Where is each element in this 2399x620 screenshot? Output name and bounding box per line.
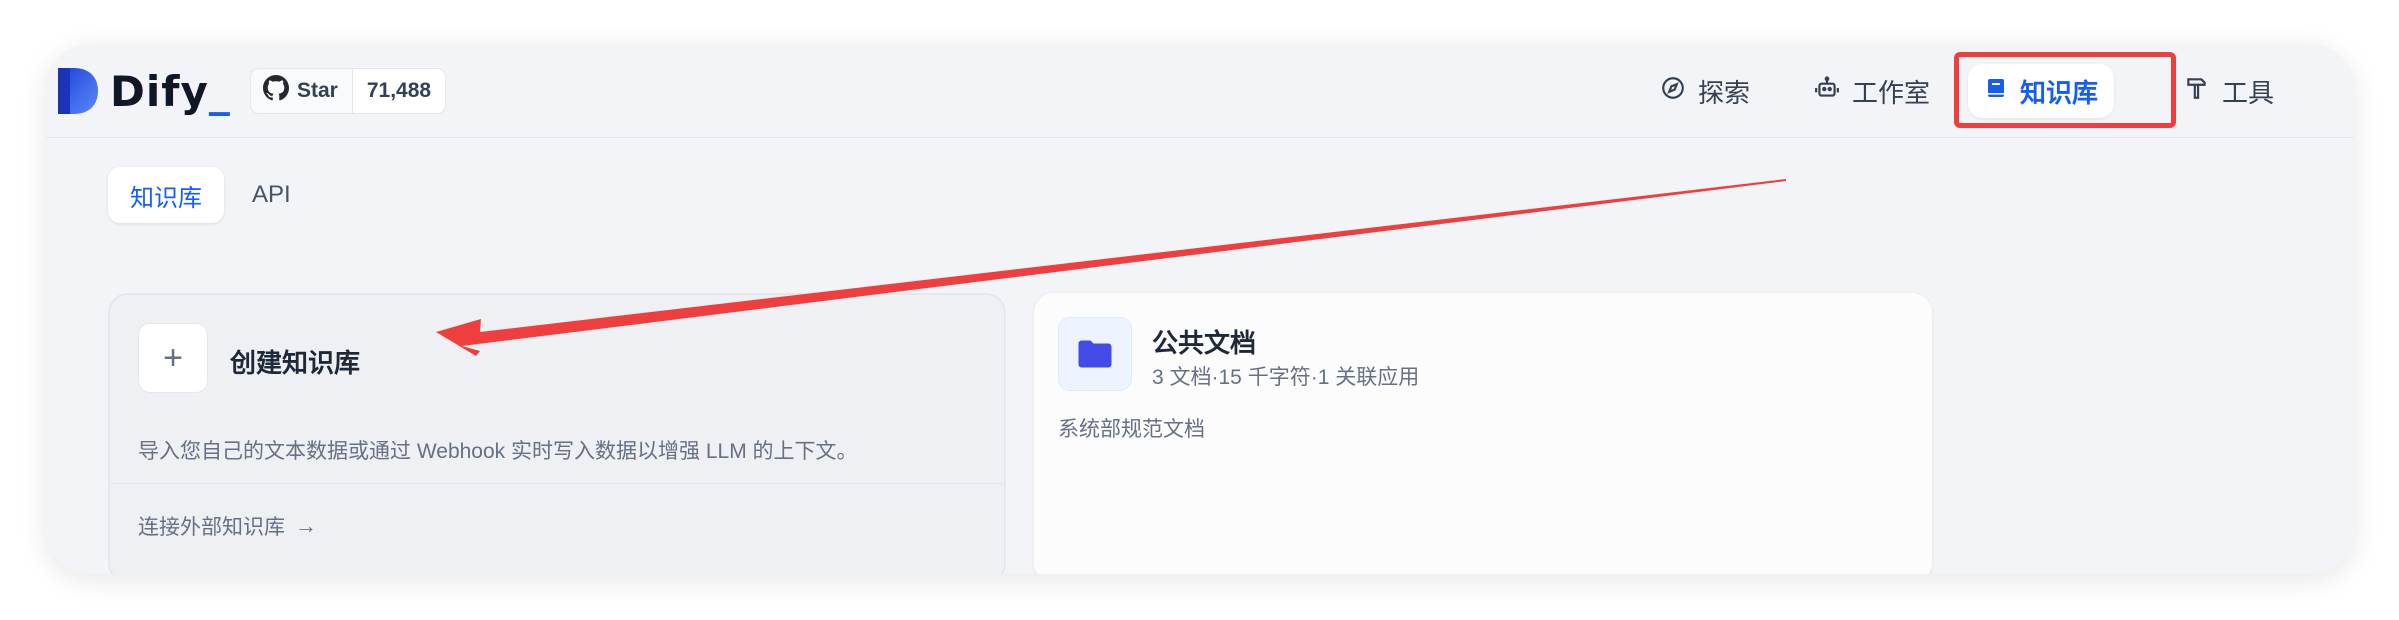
annotation-arrow	[436, 179, 1786, 356]
app-window: Dify_ Star 71,488 探索 工作室 知识库 工具 知识库 API …	[46, 44, 2354, 574]
